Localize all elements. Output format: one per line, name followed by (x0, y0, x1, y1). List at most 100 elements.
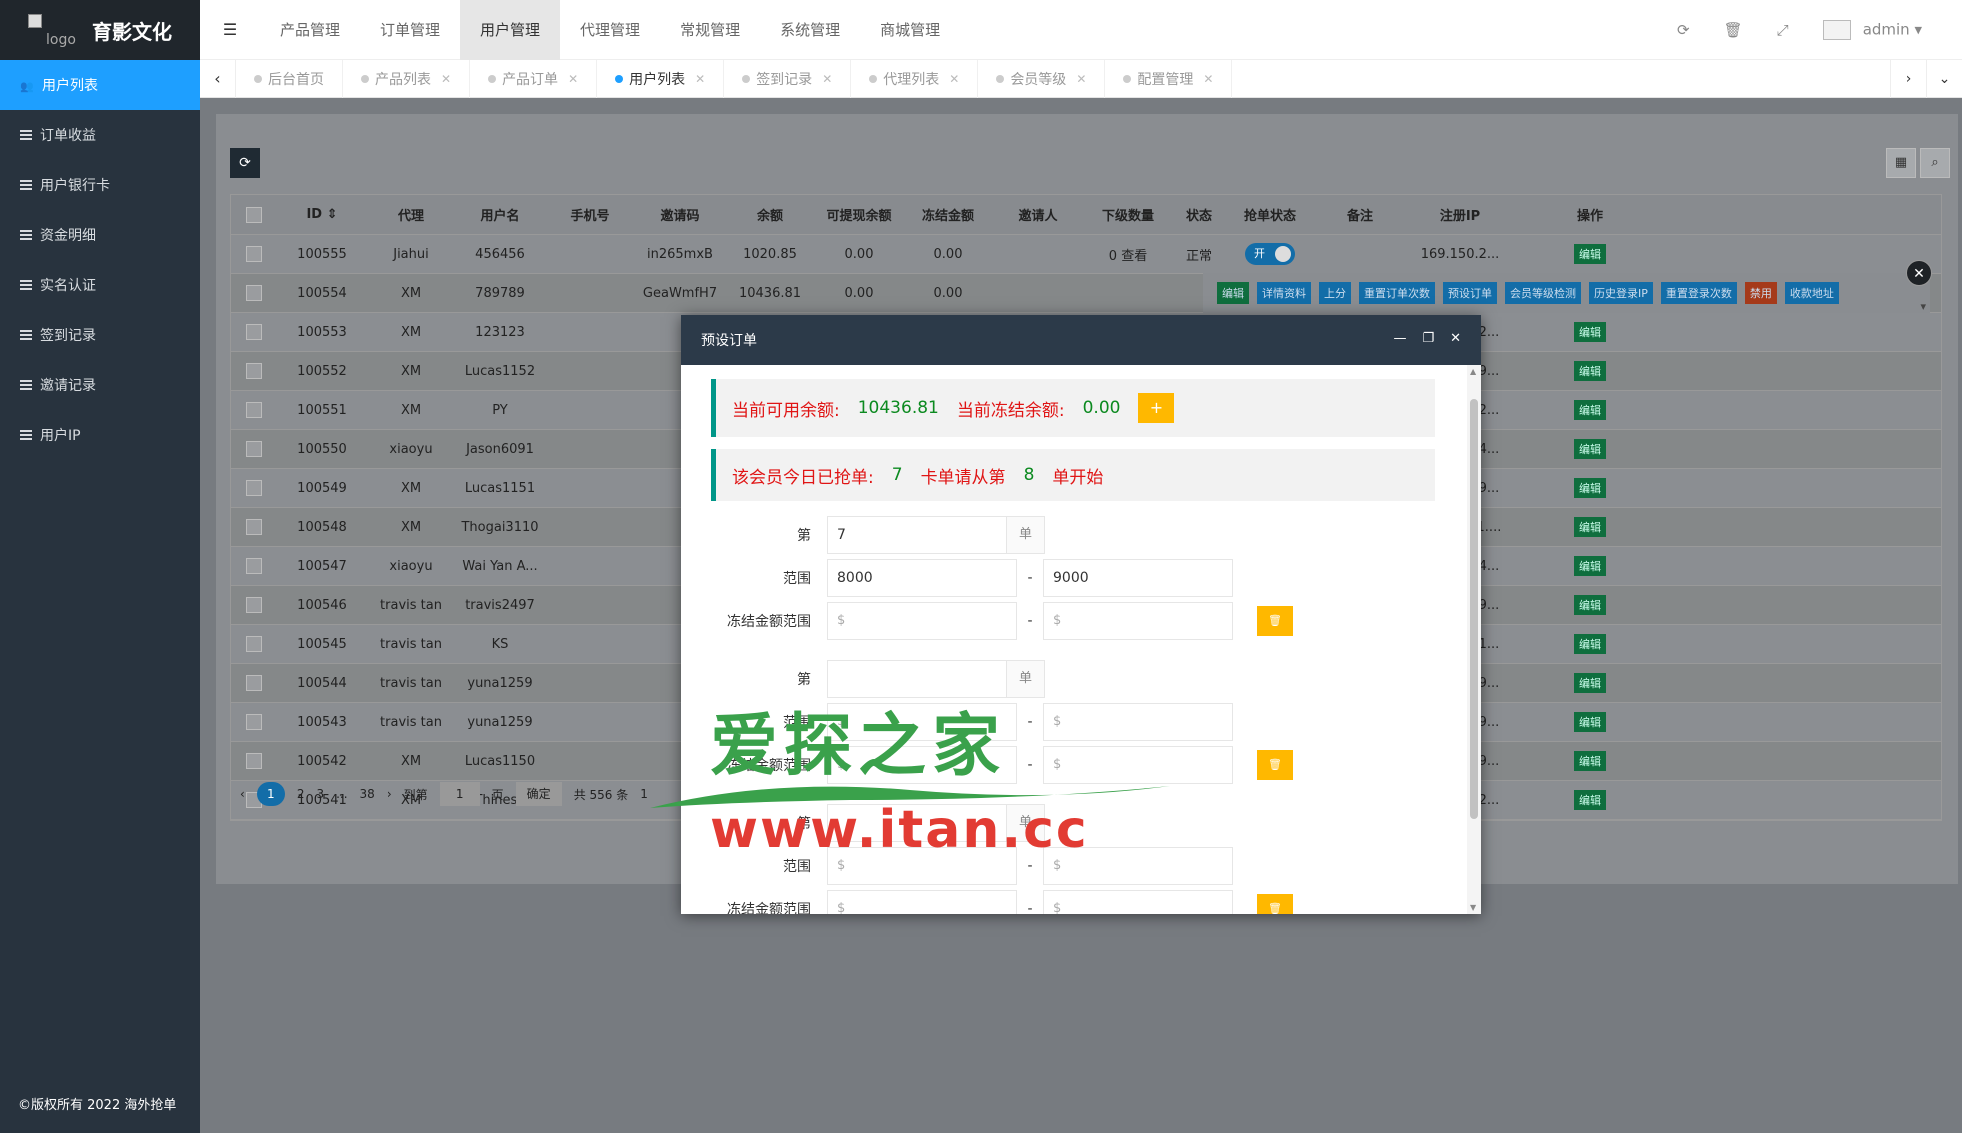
row-checkbox[interactable] (246, 441, 262, 457)
top-nav-item[interactable]: 产品管理 (260, 0, 360, 60)
sidebar-item[interactable]: 邀请记录 (0, 360, 200, 410)
frozen-from-input[interactable]: $ (827, 602, 1017, 640)
tab-close-icon[interactable]: ✕ (949, 72, 959, 86)
search-button[interactable]: ⌕ (1920, 148, 1950, 178)
sidebar-item[interactable]: 订单收益 (0, 110, 200, 160)
row-checkbox[interactable] (246, 363, 262, 379)
range-to-input[interactable]: $ (1043, 703, 1233, 741)
edit-button[interactable]: 编辑 (1574, 517, 1606, 537)
row-checkbox[interactable] (246, 402, 262, 418)
frozen-from-input[interactable]: $ (827, 746, 1017, 784)
refresh-icon[interactable]: ⟳ (1677, 21, 1690, 39)
edit-button[interactable]: 编辑 (1574, 478, 1606, 498)
delete-preset-icon[interactable]: 🗑 (1257, 606, 1293, 636)
tab[interactable]: 产品订单 ✕ (470, 59, 598, 98)
row-checkbox[interactable] (246, 324, 262, 340)
row-action-button[interactable]: 收款地址 (1784, 282, 1839, 304)
tab-close-icon[interactable]: ✕ (441, 72, 451, 86)
row-action-button[interactable]: 重置订单次数 (1359, 282, 1435, 304)
row-action-button[interactable]: 预设订单 (1443, 282, 1497, 304)
tabs-menu-chevron-icon[interactable]: ⌄ (1926, 60, 1962, 98)
row-action-button[interactable]: 重置登录次数 (1660, 282, 1737, 304)
menu-toggle-icon[interactable]: ☰ (200, 20, 260, 39)
edit-button[interactable]: 编辑 (1574, 634, 1606, 654)
row-checkbox[interactable] (246, 246, 262, 262)
tab[interactable]: 产品列表 ✕ (343, 59, 471, 98)
tab-close-icon[interactable]: ✕ (1076, 72, 1086, 86)
range-from-input[interactable]: $ (827, 847, 1017, 885)
sort-icon[interactable]: ⇕ (322, 207, 338, 222)
row-checkbox[interactable] (246, 636, 262, 652)
goto-page-input[interactable]: 1 (439, 782, 480, 806)
edit-button[interactable]: 编辑 (1574, 751, 1606, 771)
modal-close-icon[interactable]: ✕ (1450, 331, 1461, 346)
add-preset-button[interactable]: + (1138, 393, 1175, 423)
row-action-button[interactable]: 上分 (1319, 282, 1351, 304)
user-menu[interactable]: admin ▾ (1822, 20, 1922, 40)
row-checkbox[interactable] (246, 753, 262, 769)
nth-input[interactable] (827, 660, 1007, 698)
modal-scrollbar[interactable]: ▲ ▼ (1467, 365, 1481, 914)
delete-preset-icon[interactable]: 🗑 (1257, 894, 1293, 914)
grab-toggle[interactable]: 开 (1245, 243, 1295, 265)
sidebar-item[interactable]: 资金明细 (0, 210, 200, 260)
nth-input[interactable] (827, 804, 1007, 842)
tab[interactable]: 会员等级 ✕ (978, 59, 1106, 98)
row-checkbox[interactable] (246, 714, 262, 730)
row-action-button[interactable]: 编辑 (1217, 282, 1249, 304)
top-nav-item[interactable]: 订单管理 (360, 0, 460, 60)
row-action-button[interactable]: 会员等级检测 (1505, 282, 1581, 304)
frozen-to-input[interactable]: $ (1043, 746, 1233, 784)
select-all-checkbox[interactable] (246, 206, 262, 223)
fullscreen-icon[interactable]: ⤢ (1777, 21, 1789, 39)
tab[interactable]: 签到记录 ✕ (724, 59, 852, 98)
top-nav-item[interactable]: 常规管理 (660, 0, 760, 60)
row-action-button[interactable]: 历史登录IP (1589, 282, 1653, 304)
frozen-from-input[interactable]: $ (827, 890, 1017, 914)
prev-page-icon[interactable]: ‹ (240, 787, 245, 801)
tab-close-icon[interactable]: ✕ (695, 72, 705, 86)
tabs-left-arrow-icon[interactable]: ‹ (200, 59, 236, 98)
edit-button[interactable]: 编辑 (1574, 712, 1606, 732)
minimize-icon[interactable]: — (1393, 331, 1406, 346)
goto-confirm-button[interactable]: 确定 (515, 782, 562, 806)
edit-button[interactable]: 编辑 (1574, 400, 1606, 420)
sidebar-item[interactable]: 用户银行卡 (0, 160, 200, 210)
sidebar-item[interactable]: 签到记录 (0, 310, 200, 360)
tab-close-icon[interactable]: ✕ (568, 72, 578, 86)
row-checkbox[interactable] (246, 675, 262, 691)
maximize-icon[interactable]: ❐ (1422, 331, 1434, 346)
range-to-input[interactable]: 9000 (1043, 559, 1233, 597)
columns-toggle-button[interactable]: ▦ (1886, 148, 1916, 178)
reload-button[interactable]: ⟳ (230, 148, 260, 178)
tab[interactable]: 用户列表 ✕ (597, 59, 725, 98)
toolbar-scroll-down-icon[interactable]: ▾ (1920, 300, 1926, 313)
close-actions-icon[interactable]: ✕ (1906, 260, 1932, 286)
row-action-button[interactable]: 禁用 (1744, 282, 1777, 304)
page-size-select[interactable]: 1 (640, 787, 648, 801)
range-from-input[interactable]: 8000 (827, 559, 1017, 597)
delete-preset-icon[interactable]: 🗑 (1257, 750, 1293, 780)
sidebar-item[interactable]: 👥 用户列表 (0, 60, 200, 110)
edit-button[interactable]: 编辑 (1574, 673, 1606, 693)
tab-close-icon[interactable]: ✕ (822, 72, 832, 86)
top-nav-item[interactable]: 系统管理 (760, 0, 860, 60)
row-checkbox[interactable] (246, 558, 262, 574)
nth-input[interactable]: 7 (827, 516, 1007, 554)
row-checkbox[interactable] (246, 519, 262, 535)
edit-button[interactable]: 编辑 (1574, 322, 1606, 342)
row-checkbox[interactable] (246, 597, 262, 613)
sidebar-item[interactable]: 实名认证 (0, 260, 200, 310)
top-nav-item[interactable]: 用户管理 (460, 0, 561, 60)
tab-close-icon[interactable]: ✕ (1203, 72, 1213, 86)
row-action-button[interactable]: 详情资料 (1257, 282, 1311, 304)
edit-button[interactable]: 编辑 (1574, 790, 1606, 810)
top-nav-item[interactable]: 商城管理 (860, 0, 960, 60)
tabs-right-arrow-icon[interactable]: › (1890, 60, 1926, 98)
tab[interactable]: 配置管理 ✕ (1105, 59, 1233, 98)
edit-button[interactable]: 编辑 (1574, 244, 1606, 264)
edit-button[interactable]: 编辑 (1574, 439, 1606, 459)
edit-button[interactable]: 编辑 (1574, 361, 1606, 381)
edit-button[interactable]: 编辑 (1574, 595, 1606, 615)
frozen-to-input[interactable]: $ (1043, 602, 1233, 640)
